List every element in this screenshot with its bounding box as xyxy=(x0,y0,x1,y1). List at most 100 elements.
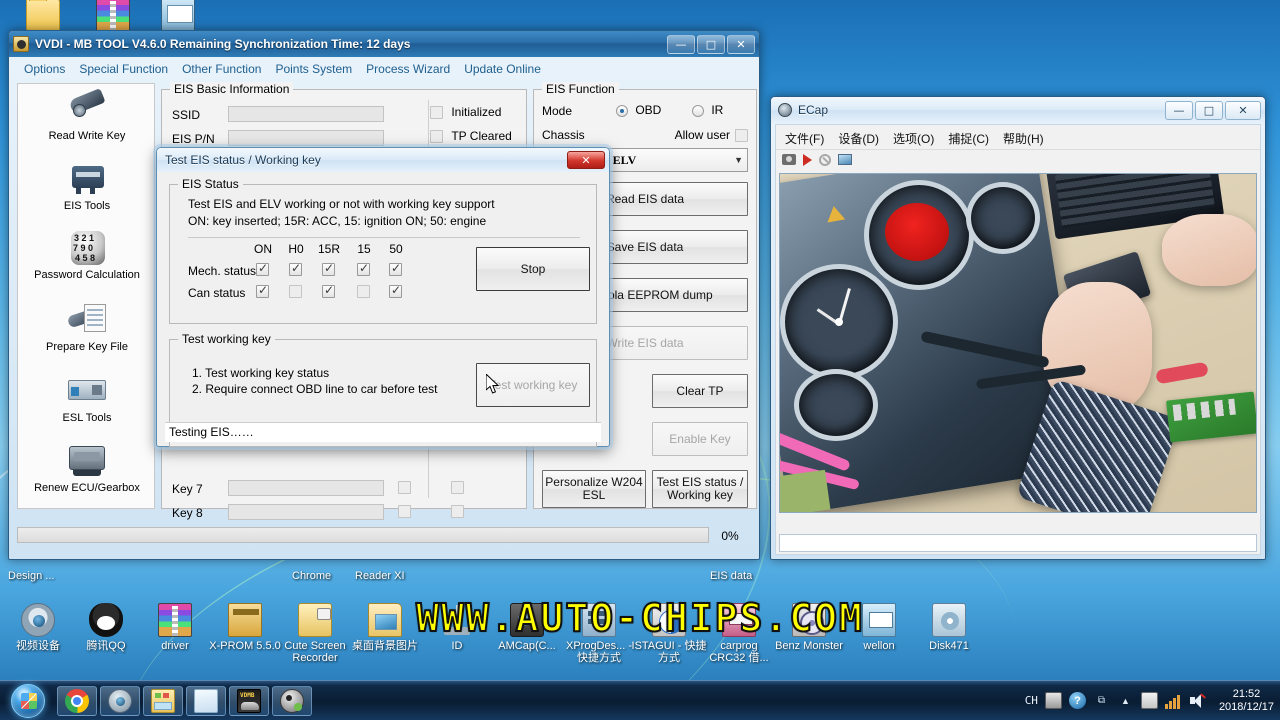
mode-obd-radio-row[interactable]: OBD xyxy=(616,103,661,117)
sidebar-item-eis-tools[interactable]: EIS Tools xyxy=(22,160,152,212)
image-icon[interactable] xyxy=(838,154,852,165)
main-window-titlebar[interactable]: VVDI - MB TOOL V4.6.0 Remaining Synchron… xyxy=(9,31,759,57)
mech-status-15r-checkbox[interactable] xyxy=(322,261,335,276)
desktop-icon-label: Benz Monster xyxy=(775,640,843,652)
network-icon[interactable] xyxy=(1164,692,1182,709)
maximize-button[interactable]: □ xyxy=(1195,100,1223,120)
menu-item-process-wizard[interactable]: Process Wizard xyxy=(359,60,457,78)
ecap-menu-device[interactable]: 设备(D) xyxy=(831,128,886,149)
mech-status-50-checkbox[interactable] xyxy=(389,261,402,276)
taskbar-item-media-player[interactable] xyxy=(272,685,312,716)
initialized-checkbox-row[interactable]: Initialized xyxy=(430,105,501,120)
desktop-icon-cute-screen-recorder[interactable]: Cute Screen Recorder xyxy=(277,603,353,664)
up-arrow-icon[interactable]: ▲ xyxy=(1117,692,1134,709)
xprog-icon xyxy=(582,603,616,637)
desktop-icon-xprom[interactable]: X-PROM 5.5.0 xyxy=(207,603,283,652)
can-status-on-checkbox[interactable] xyxy=(256,283,269,298)
taskbar-item-chrome[interactable] xyxy=(57,685,97,716)
menu-item-points-system[interactable]: Points System xyxy=(268,60,359,78)
menu-item-update-online[interactable]: Update Online xyxy=(457,60,548,78)
volume-icon[interactable] xyxy=(1189,692,1206,709)
sidebar-item-read-write-key[interactable]: Read Write Key xyxy=(22,88,152,142)
can-status-15-checkbox[interactable] xyxy=(357,285,370,298)
show-hidden-icon[interactable]: ⧉ xyxy=(1093,692,1110,709)
close-button[interactable]: ✕ xyxy=(1225,100,1261,120)
stop-button[interactable]: Stop xyxy=(476,247,590,291)
personalize-w204-esl-button[interactable]: Personalize W204 ESL xyxy=(542,470,646,508)
keyboard-icon[interactable] xyxy=(1044,692,1062,709)
tp-cleared-checkbox[interactable] xyxy=(430,130,443,144)
key7-checkbox-b[interactable] xyxy=(451,481,464,494)
mech-status-h0-checkbox[interactable] xyxy=(289,261,302,276)
desktop-icon-amcap[interactable]: AMCap(C... xyxy=(489,603,565,652)
test-eis-status-working-key-button[interactable]: Test EIS status / Working key xyxy=(652,470,748,508)
allow-user-checkbox[interactable] xyxy=(735,129,748,142)
close-button[interactable]: ✕ xyxy=(727,34,755,54)
desktop-icon-wallpaper-folder[interactable]: 桌面背景图片 xyxy=(347,603,423,652)
ecap-menu-capture[interactable]: 捕捉(C) xyxy=(941,128,996,149)
can-status-50-checkbox[interactable] xyxy=(389,283,402,298)
desktop-icon-qq[interactable]: 腾讯QQ xyxy=(68,603,144,652)
desktop-icon-driver[interactable]: driver xyxy=(137,603,213,652)
ecap-menu-help[interactable]: 帮助(H) xyxy=(996,128,1051,149)
window-icon xyxy=(161,0,195,32)
desktop-icon-xprogdesktop[interactable]: XProgDes... - 快捷方式 xyxy=(561,603,637,664)
key7-checkbox-a[interactable] xyxy=(398,481,411,494)
play-icon[interactable] xyxy=(803,153,812,166)
taskbar-item-notepad[interactable] xyxy=(186,685,226,716)
sidebar-item-prepare-key-file[interactable]: Prepare Key File xyxy=(22,301,152,353)
clear-tp-button[interactable]: Clear TP xyxy=(652,374,748,408)
action-center-icon[interactable] xyxy=(1140,692,1158,709)
ime-indicator[interactable]: CH xyxy=(1025,694,1038,707)
sidebar-item-renew-ecu-gearbox[interactable]: Renew ECU/Gearbox xyxy=(22,442,152,494)
minimize-button[interactable]: — xyxy=(667,34,695,54)
menu-item-options[interactable]: Options xyxy=(17,60,72,78)
ecu-icon xyxy=(64,442,110,480)
mech-status-15-checkbox[interactable] xyxy=(357,261,370,276)
tp-cleared-checkbox-row[interactable]: TP Cleared xyxy=(430,129,512,144)
can-status-h0-checkbox[interactable] xyxy=(289,285,302,298)
ecap-menu-options[interactable]: 选项(O) xyxy=(886,128,941,149)
camera-icon[interactable] xyxy=(782,154,796,165)
key8-checkbox-a[interactable] xyxy=(398,505,411,518)
maximize-button[interactable]: □ xyxy=(697,34,725,54)
taskbar-item-video-device[interactable] xyxy=(100,685,140,716)
can-status-15r-checkbox[interactable] xyxy=(322,283,335,298)
menu-item-other-function[interactable]: Other Function xyxy=(175,60,268,78)
desktop-icon-video-device[interactable]: 视频设备 xyxy=(0,603,76,652)
taskbar-item-vvdi-mb[interactable]: VDMB xyxy=(229,685,269,716)
desktop-icon-disk471[interactable]: Disk471 xyxy=(911,603,987,652)
help-icon[interactable]: ? xyxy=(1068,692,1086,709)
dialog-close-button[interactable]: ✕ xyxy=(567,151,605,169)
start-button[interactable] xyxy=(2,682,54,720)
taskbar-clock[interactable]: 21:52 2018/12/17 xyxy=(1213,688,1274,714)
ssid-input[interactable] xyxy=(228,106,384,122)
desktop-icon-istagui[interactable]: ISTAGUI - 快捷方式 xyxy=(631,603,707,664)
minimize-button[interactable]: — xyxy=(1165,100,1193,120)
desktop-icon-benz-monster[interactable]: Benz Monster xyxy=(771,603,847,652)
sidebar-item-label: EIS Tools xyxy=(63,200,111,212)
desktop-icon-carprog[interactable]: carprog CRC32 借... xyxy=(701,603,777,664)
eis-pn-input[interactable] xyxy=(228,130,384,146)
mech-status-on-checkbox[interactable] xyxy=(256,261,269,276)
group-legend: Test working key xyxy=(178,332,275,346)
dialog-titlebar[interactable]: Test EIS status / Working key ✕ xyxy=(157,148,609,172)
ir-radio[interactable] xyxy=(692,104,704,117)
key8-input[interactable] xyxy=(228,504,384,520)
key8-checkbox-b[interactable] xyxy=(451,505,464,518)
ecap-menu-file[interactable]: 文件(F) xyxy=(778,128,831,149)
desktop-icon-id[interactable]: ID xyxy=(419,603,495,652)
right-hand xyxy=(1162,214,1256,286)
initialized-checkbox[interactable] xyxy=(430,106,443,120)
sidebar-item-password-calculation[interactable]: 3 2 1 7 9 0 4 5 8 Password Calculation xyxy=(22,229,152,281)
sidebar-item-esl-tools[interactable]: ESL Tools xyxy=(22,372,152,424)
menu-item-special-function[interactable]: Special Function xyxy=(72,60,175,78)
dialog-window-controls: ✕ xyxy=(567,151,605,169)
desktop-icon-wellon[interactable]: wellon xyxy=(841,603,917,652)
key7-input[interactable] xyxy=(228,480,384,496)
obd-radio[interactable] xyxy=(616,104,628,117)
stop-icon[interactable] xyxy=(819,153,831,166)
taskbar-item-explorer[interactable] xyxy=(143,685,183,716)
ecap-titlebar[interactable]: ECap — □ ✕ xyxy=(771,97,1265,123)
mode-ir-radio-row[interactable]: IR xyxy=(692,103,723,117)
